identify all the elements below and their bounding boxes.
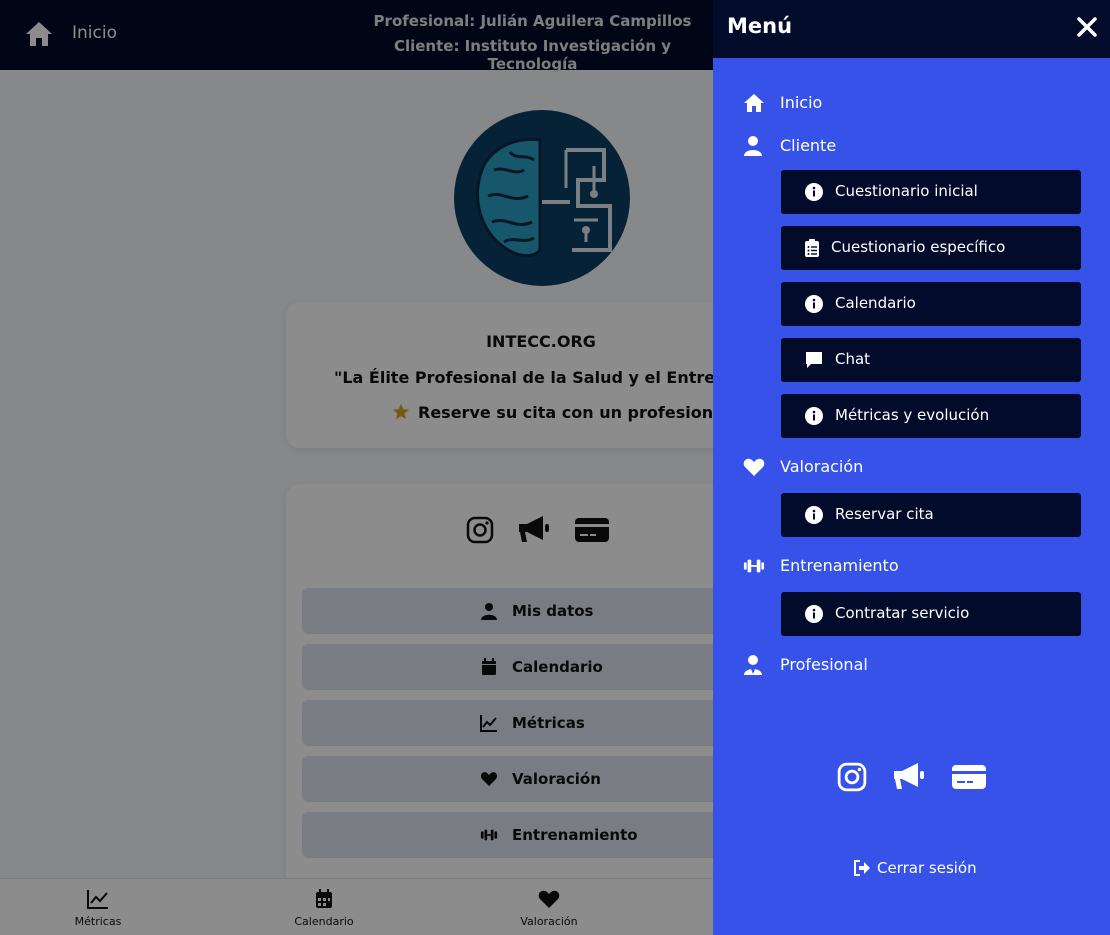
- drawer-btn-label: Métricas y evolución: [835, 406, 990, 424]
- heart-icon: [743, 458, 765, 476]
- dumbbell-icon: [743, 559, 765, 573]
- drawer-social-icons: [837, 760, 1007, 796]
- drawer-btn-label: Contratar servicio: [835, 604, 970, 622]
- logout-button[interactable]: Cerrar sesión: [853, 859, 977, 877]
- drawer-item-label: Entrenamiento: [780, 556, 899, 575]
- drawer-btn-label: Calendario: [835, 294, 916, 312]
- drawer-btn-contratar-servicio[interactable]: Contratar servicio: [781, 592, 1081, 636]
- drawer-title: Menú: [727, 14, 793, 38]
- drawer-btn-metricas-evolucion[interactable]: Métricas y evolución: [781, 394, 1081, 438]
- info-icon: [805, 183, 823, 201]
- user-tie-icon: [744, 655, 762, 675]
- megaphone-icon[interactable]: [892, 760, 926, 792]
- drawer-btn-label: Cuestionario específico: [831, 238, 1006, 256]
- drawer-item-label: Valoración: [780, 457, 864, 476]
- credit-card-icon[interactable]: [951, 762, 987, 792]
- drawer-backdrop[interactable]: [0, 0, 713, 935]
- home-icon: [744, 94, 764, 112]
- drawer-item-label: Profesional: [780, 655, 868, 674]
- drawer-btn-calendario[interactable]: Calendario: [781, 282, 1081, 326]
- side-drawer: Menú Inicio Cliente Cuestionario inicial…: [713, 0, 1110, 935]
- drawer-btn-cuestionario-inicial[interactable]: Cuestionario inicial: [781, 170, 1081, 214]
- clipboard-list-icon: [805, 239, 819, 257]
- drawer-btn-chat[interactable]: Chat: [781, 338, 1081, 382]
- drawer-btn-reservar-cita[interactable]: Reservar cita: [781, 493, 1081, 537]
- drawer-btn-label: Cuestionario inicial: [835, 182, 978, 200]
- logout-icon: [854, 860, 870, 876]
- info-icon: [805, 407, 823, 425]
- user-icon: [744, 136, 762, 156]
- info-icon: [805, 605, 823, 623]
- drawer-btn-label: Chat: [835, 350, 871, 368]
- close-icon[interactable]: [1074, 14, 1100, 40]
- info-icon: [805, 295, 823, 313]
- logout-label: Cerrar sesión: [877, 859, 977, 877]
- drawer-item-label: Cliente: [780, 136, 837, 155]
- drawer-btn-cuestionario-especifico[interactable]: Cuestionario específico: [781, 226, 1081, 270]
- drawer-item-label: Inicio: [780, 93, 823, 112]
- drawer-btn-label: Reservar cita: [835, 505, 934, 523]
- instagram-icon[interactable]: [837, 762, 867, 792]
- chat-icon: [806, 352, 822, 368]
- drawer-header: Menú: [713, 0, 1110, 58]
- info-icon: [805, 506, 823, 524]
